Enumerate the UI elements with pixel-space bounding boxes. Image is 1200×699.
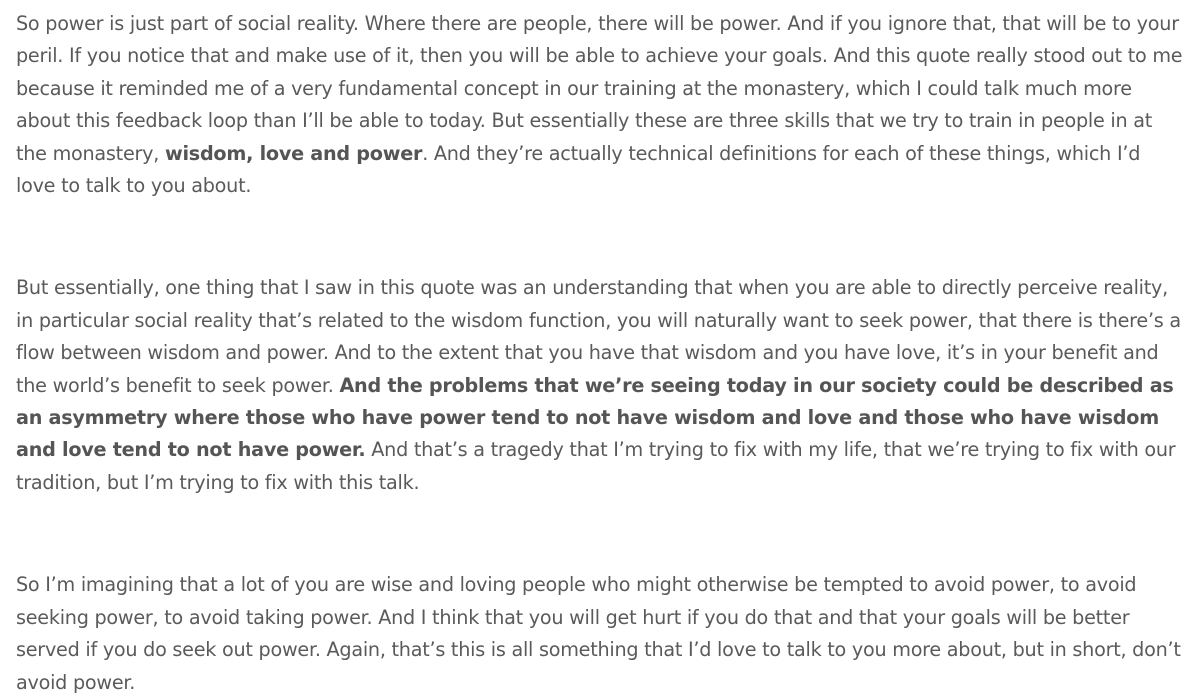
paragraph-dont-avoid-power: So I’m imagining that a lot of you are w… (16, 569, 1184, 699)
article-body: So power is just part of social reality.… (0, 0, 1200, 694)
bold-emphasis: wisdom, love and power (164, 141, 423, 165)
paragraph-power-social-reality: So power is just part of social reality.… (16, 8, 1184, 202)
paragraph-text: So I’m imagining that a lot of you are w… (16, 573, 1181, 694)
paragraph-wisdom-and-power: But essentially, one thing that I saw in… (16, 272, 1184, 499)
